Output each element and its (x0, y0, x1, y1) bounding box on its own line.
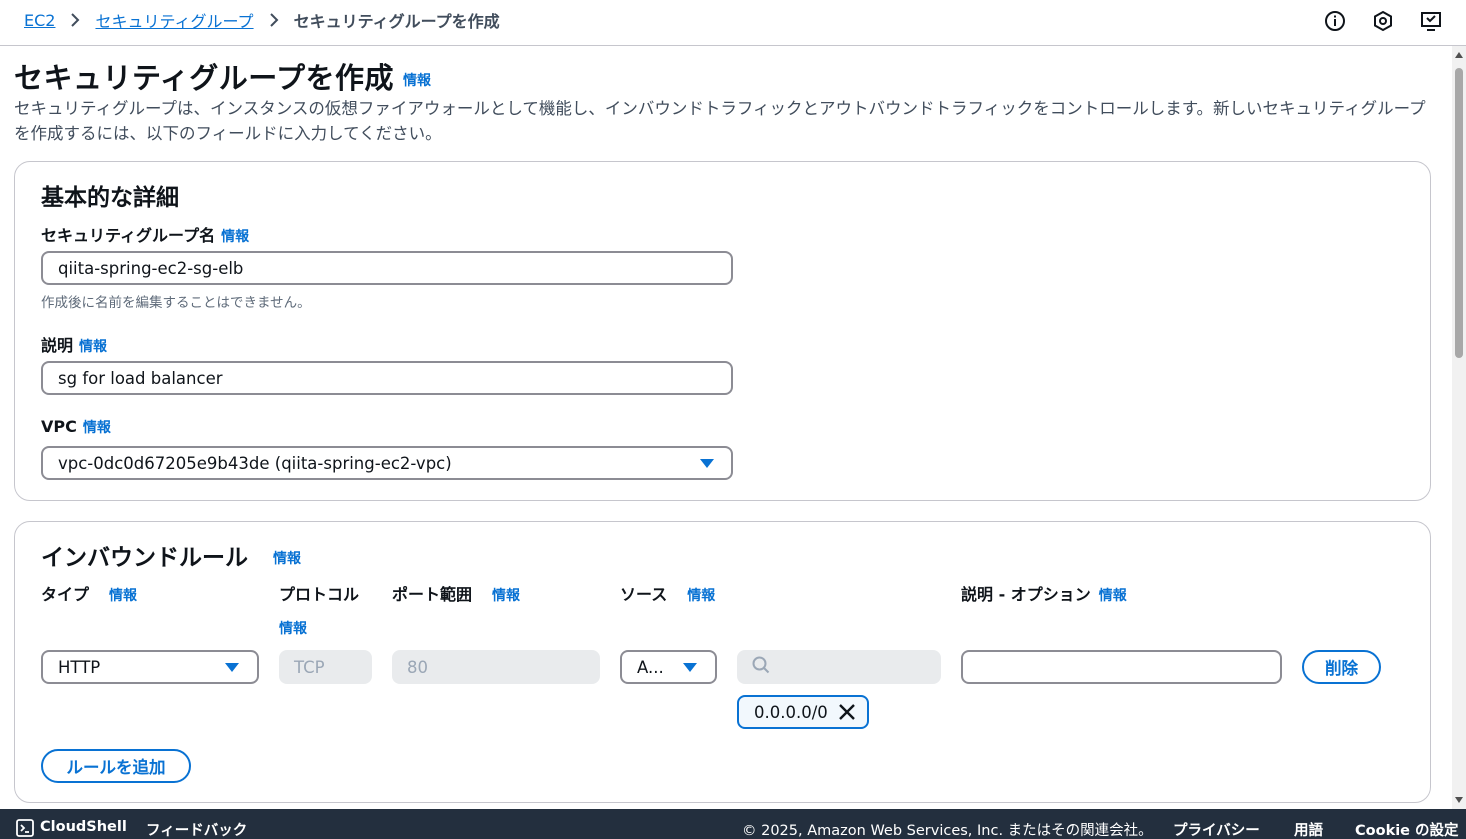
terminal-icon[interactable] (16, 819, 34, 839)
column-protocol-label: プロトコル (279, 585, 360, 604)
security-group-name-input[interactable]: qiita-spring-ec2-sg-elb (41, 251, 733, 285)
rule-port-value: 80 (407, 657, 428, 677)
scroll-thumb[interactable] (1455, 68, 1463, 358)
source-cidr-value: 0.0.0.0/0 (754, 702, 828, 722)
support-icon[interactable] (1370, 8, 1396, 34)
security-group-name-value: qiita-spring-ec2-sg-elb (58, 258, 244, 278)
column-source-info-link[interactable]: 情報 (687, 585, 715, 605)
top-navigation-bar: EC2 セキュリティグループ セキュリティグループを作成 (0, 0, 1466, 46)
chevron-right-icon (254, 12, 294, 28)
column-type-header: タイプ 情報 (41, 581, 137, 605)
caret-down-icon (700, 459, 714, 468)
security-group-name-label-text: セキュリティグループ名 (41, 226, 216, 245)
column-description-info-link[interactable]: 情報 (1099, 585, 1127, 605)
rule-port-field: 80 (392, 650, 600, 684)
top-icon-group (1322, 8, 1444, 34)
rule-source-value: A... (637, 657, 664, 677)
security-group-name-info-link[interactable]: 情報 (221, 226, 249, 246)
column-description-label: 説明 - オプション (961, 585, 1091, 604)
column-description-header: 説明 - オプション 情報 (961, 581, 1127, 605)
cookie-settings-link[interactable]: Cookie の設定 (1355, 819, 1459, 839)
source-cidr-token: 0.0.0.0/0 (737, 695, 869, 729)
page-title-info-link[interactable]: 情報 (403, 70, 431, 90)
vpc-label: VPC 情報 (41, 417, 111, 437)
rule-protocol-field: TCP (279, 650, 372, 684)
cloudshell-link[interactable]: CloudShell (40, 819, 127, 835)
vpc-select-value: vpc-0dc0d67205e9b43de (qiita-spring-ec2-… (58, 453, 452, 473)
vpc-label-text: VPC (41, 417, 77, 436)
description-label: 説明 情報 (41, 332, 107, 356)
inbound-rules-container: インバウンドルール 情報 タイプ 情報 プロトコル 情報 ポート範囲 情報 ソー… (14, 521, 1431, 803)
copyright-text: © 2025, Amazon Web Services, Inc. またはその関… (742, 823, 1153, 839)
rule-source-select[interactable]: A... (620, 650, 717, 684)
column-protocol-info-link[interactable]: 情報 (279, 618, 307, 638)
page-description: セキュリティグループは、インスタンスの仮想ファイアウォールとして機能し、インバウ… (14, 99, 1426, 143)
chevron-right-icon (55, 12, 95, 28)
search-icon (752, 656, 770, 678)
breadcrumb-ec2-link[interactable]: EC2 (24, 11, 55, 30)
notifications-icon[interactable] (1418, 8, 1444, 34)
description-info-link[interactable]: 情報 (79, 336, 107, 356)
console-footer: CloudShell フィードバック © 2025, Amazon Web Se… (0, 809, 1466, 839)
page-scrollbar[interactable] (1452, 46, 1466, 809)
rule-type-value: HTTP (58, 657, 101, 677)
page-title: セキュリティグループを作成 (14, 61, 395, 95)
close-icon[interactable] (838, 703, 856, 725)
security-group-name-hint: 作成後に名前を編集することはできません。 (41, 295, 311, 311)
breadcrumb-current: セキュリティグループを作成 (293, 12, 500, 31)
security-group-name-label: セキュリティグループ名 情報 (41, 222, 249, 246)
caret-down-icon (683, 663, 697, 672)
basic-details-container: 基本的な詳細 セキュリティグループ名 情報 qiita-spring-ec2-s… (14, 161, 1431, 501)
rule-type-select[interactable]: HTTP (41, 650, 259, 684)
description-label-text: 説明 (41, 336, 74, 355)
column-type-info-link[interactable]: 情報 (109, 585, 137, 605)
description-value: sg for load balancer (58, 368, 223, 388)
delete-rule-button[interactable]: 削除 (1302, 650, 1381, 684)
breadcrumb-security-groups-link[interactable]: セキュリティグループ (95, 8, 253, 32)
caret-down-icon (225, 663, 239, 672)
rule-description-input[interactable] (961, 650, 1282, 684)
column-source-label: ソース (620, 585, 668, 604)
vpc-select[interactable]: vpc-0dc0d67205e9b43de (qiita-spring-ec2-… (41, 446, 733, 480)
column-type-label: タイプ (41, 585, 90, 604)
privacy-link[interactable]: プライバシー (1173, 819, 1260, 839)
column-port-header: ポート範囲 情報 (392, 581, 520, 605)
basic-details-heading: 基本的な詳細 (41, 185, 179, 211)
info-icon[interactable] (1322, 8, 1348, 34)
inbound-rules-info-link[interactable]: 情報 (273, 548, 301, 568)
scroll-up-arrow-icon[interactable] (1455, 52, 1463, 58)
terms-link[interactable]: 用語 (1294, 819, 1323, 839)
column-protocol-header: プロトコル (279, 581, 359, 605)
feedback-link[interactable]: フィードバック (146, 819, 247, 839)
inbound-rules-heading: インバウンドルール (41, 545, 248, 571)
rule-protocol-value: TCP (294, 657, 325, 677)
description-input[interactable]: sg for load balancer (41, 361, 733, 395)
rule-source-search-input[interactable] (737, 650, 941, 684)
add-rule-button[interactable]: ルールを追加 (41, 749, 191, 783)
scroll-down-arrow-icon[interactable] (1455, 797, 1463, 803)
vpc-info-link[interactable]: 情報 (83, 417, 111, 437)
column-port-info-link[interactable]: 情報 (492, 585, 520, 605)
column-port-label: ポート範囲 (392, 585, 473, 604)
breadcrumb: EC2 セキュリティグループ セキュリティグループを作成 (24, 8, 500, 32)
column-source-header: ソース 情報 (620, 581, 715, 605)
